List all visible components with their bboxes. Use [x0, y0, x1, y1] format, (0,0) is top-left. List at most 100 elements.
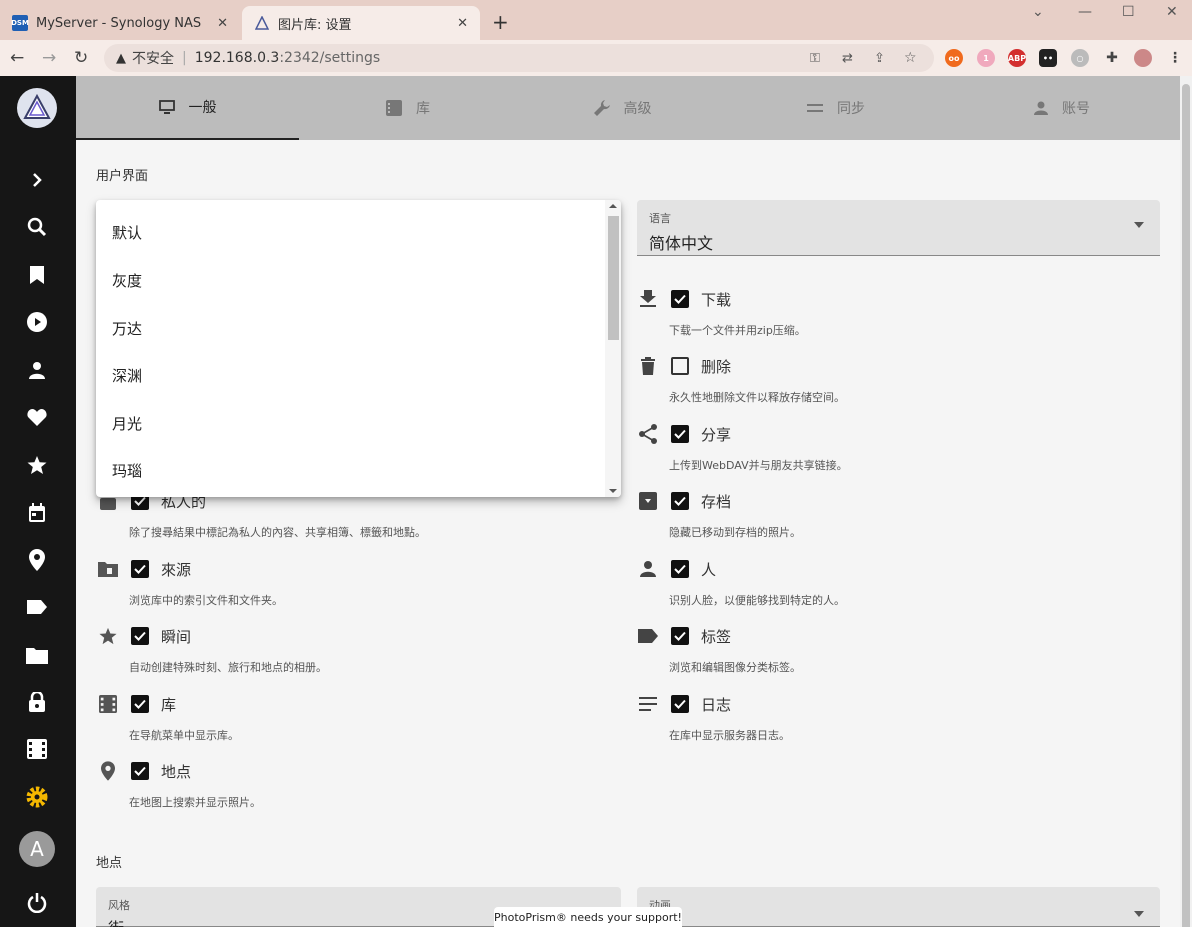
- play-icon[interactable]: [26, 311, 48, 333]
- archive-checkbox[interactable]: [671, 492, 689, 510]
- tab-sync[interactable]: 同步: [728, 76, 944, 140]
- lock-icon[interactable]: [26, 691, 48, 713]
- star-icon[interactable]: [26, 454, 48, 476]
- extension-icon[interactable]: oo: [945, 49, 963, 67]
- scroll-down-arrow-icon[interactable]: [609, 489, 617, 493]
- extension-icon[interactable]: ••: [1039, 49, 1057, 67]
- tab-general[interactable]: 一般: [76, 76, 299, 140]
- delete-checkbox[interactable]: [671, 357, 689, 375]
- download-checkbox[interactable]: [671, 290, 689, 308]
- theme-option[interactable]: 深渊: [112, 365, 142, 386]
- folder-icon[interactable]: [26, 644, 48, 666]
- support-toast[interactable]: PhotoPrism® needs your support!: [494, 907, 682, 927]
- browser-tab-strip: DSM MyServer - Synology NAS ✕ 图片库: 设置 ✕ …: [0, 0, 1192, 40]
- theme-option[interactable]: 万达: [112, 318, 142, 339]
- tab-account[interactable]: 账号: [944, 76, 1180, 140]
- browser-tab-synology[interactable]: DSM MyServer - Synology NAS ✕: [0, 6, 240, 40]
- option-name: 來源: [161, 561, 192, 579]
- share-page-icon[interactable]: ⇪: [874, 51, 885, 66]
- option-name: 分享: [701, 426, 732, 444]
- account-icon: [1034, 101, 1048, 115]
- monitor-icon: [158, 100, 175, 114]
- address-bar[interactable]: ▲ 不安全 | 192.168.0.3:2342/settings ⚿ ⇄ ⇪ …: [104, 44, 934, 72]
- tab-search-icon[interactable]: ⌄: [1032, 4, 1044, 20]
- photoprism-favicon-icon: [254, 15, 270, 31]
- logs-checkbox[interactable]: [671, 695, 689, 713]
- person-icon: [637, 558, 659, 580]
- folder-icon: [97, 558, 119, 580]
- person-icon[interactable]: [26, 359, 48, 381]
- page-scrollbar[interactable]: [1180, 76, 1192, 927]
- style-value: 街: [108, 915, 124, 927]
- heart-icon[interactable]: [26, 406, 48, 428]
- download-icon: [637, 288, 659, 310]
- option-name: 标签: [701, 628, 732, 646]
- film-icon: [97, 693, 119, 715]
- minimize-button[interactable]: —: [1078, 4, 1092, 20]
- option-description: 在地图上搜索并显示照片。: [129, 796, 261, 809]
- option-description: 在导航菜单中显示库。: [129, 729, 239, 742]
- language-label: 语言: [649, 212, 671, 225]
- bookmark-icon[interactable]: [26, 264, 48, 286]
- dropdown-arrow-icon: [1134, 222, 1144, 228]
- menu-icon[interactable]: ⋮: [1166, 49, 1184, 67]
- translate-icon[interactable]: ⇄: [842, 51, 853, 66]
- close-tab-icon[interactable]: ✕: [457, 16, 468, 31]
- option-name: 瞬间: [161, 628, 192, 646]
- moments-checkbox[interactable]: [131, 627, 149, 645]
- search-icon[interactable]: [26, 216, 48, 238]
- people-checkbox[interactable]: [671, 560, 689, 578]
- tab-library[interactable]: 库: [299, 76, 517, 140]
- calendar-icon[interactable]: [26, 502, 48, 524]
- new-tab-button[interactable]: +: [492, 10, 509, 34]
- language-select[interactable]: 语言 简体中文: [637, 200, 1160, 256]
- power-icon[interactable]: [26, 892, 48, 914]
- bookmark-star-icon[interactable]: ☆: [904, 50, 917, 66]
- key-icon[interactable]: ⚿: [810, 51, 820, 66]
- labels-checkbox[interactable]: [671, 627, 689, 645]
- share-checkbox[interactable]: [671, 425, 689, 443]
- places-checkbox[interactable]: [131, 762, 149, 780]
- tab-label: 一般: [188, 100, 217, 116]
- expand-chevron-icon[interactable]: [26, 169, 48, 191]
- label-icon[interactable]: [26, 596, 48, 618]
- originals-checkbox[interactable]: [131, 560, 149, 578]
- avatar[interactable]: A: [19, 831, 55, 867]
- maximize-button[interactable]: ☐: [1122, 4, 1135, 20]
- place-icon[interactable]: [26, 549, 48, 571]
- film-icon[interactable]: [26, 738, 48, 760]
- puzzle-icon[interactable]: ✚: [1103, 49, 1121, 67]
- option-description: 除了搜尋結果中標記為私人的內容、共享相簿、標籤和地點。: [129, 526, 426, 539]
- tab-label: 账号: [1062, 101, 1090, 117]
- menu-scrollbar[interactable]: [605, 200, 621, 497]
- scroll-up-arrow-icon[interactable]: [609, 204, 617, 208]
- menu-scrollbar-thumb[interactable]: [608, 216, 619, 340]
- theme-dropdown-menu: 默认 灰度 万达 深渊 月光 玛瑙: [96, 200, 621, 497]
- close-tab-icon[interactable]: ✕: [217, 16, 228, 31]
- url-path: :2342/settings: [279, 50, 381, 66]
- browser-tab-photoprism[interactable]: 图片库: 设置 ✕: [242, 6, 480, 40]
- label-icon: [637, 625, 659, 647]
- profile-avatar[interactable]: [1134, 49, 1152, 67]
- settings-gear-icon[interactable]: [26, 786, 48, 808]
- animation-select[interactable]: 动画 无: [637, 887, 1160, 927]
- close-window-button[interactable]: ✕: [1166, 4, 1178, 20]
- photoprism-logo[interactable]: [17, 88, 57, 128]
- theme-option[interactable]: 灰度: [112, 270, 142, 291]
- theme-option[interactable]: 玛瑙: [112, 460, 142, 481]
- security-label[interactable]: 不安全: [132, 48, 174, 68]
- share-icon: [637, 423, 659, 445]
- reload-icon[interactable]: ↻: [74, 48, 88, 68]
- extension-icon[interactable]: 1: [977, 49, 995, 67]
- adblock-icon[interactable]: ABP: [1008, 49, 1026, 67]
- wrench-icon: [593, 100, 610, 116]
- tab-advanced[interactable]: 高级: [517, 76, 728, 140]
- extension-icon[interactable]: ○: [1071, 49, 1089, 67]
- theme-option[interactable]: 月光: [112, 413, 142, 434]
- back-arrow-icon[interactable]: ←: [10, 48, 24, 68]
- scrollbar-thumb[interactable]: [1182, 84, 1190, 927]
- place-icon: [97, 760, 119, 782]
- library-checkbox[interactable]: [131, 695, 149, 713]
- forward-arrow-icon[interactable]: →: [42, 48, 56, 68]
- theme-option[interactable]: 默认: [112, 222, 142, 243]
